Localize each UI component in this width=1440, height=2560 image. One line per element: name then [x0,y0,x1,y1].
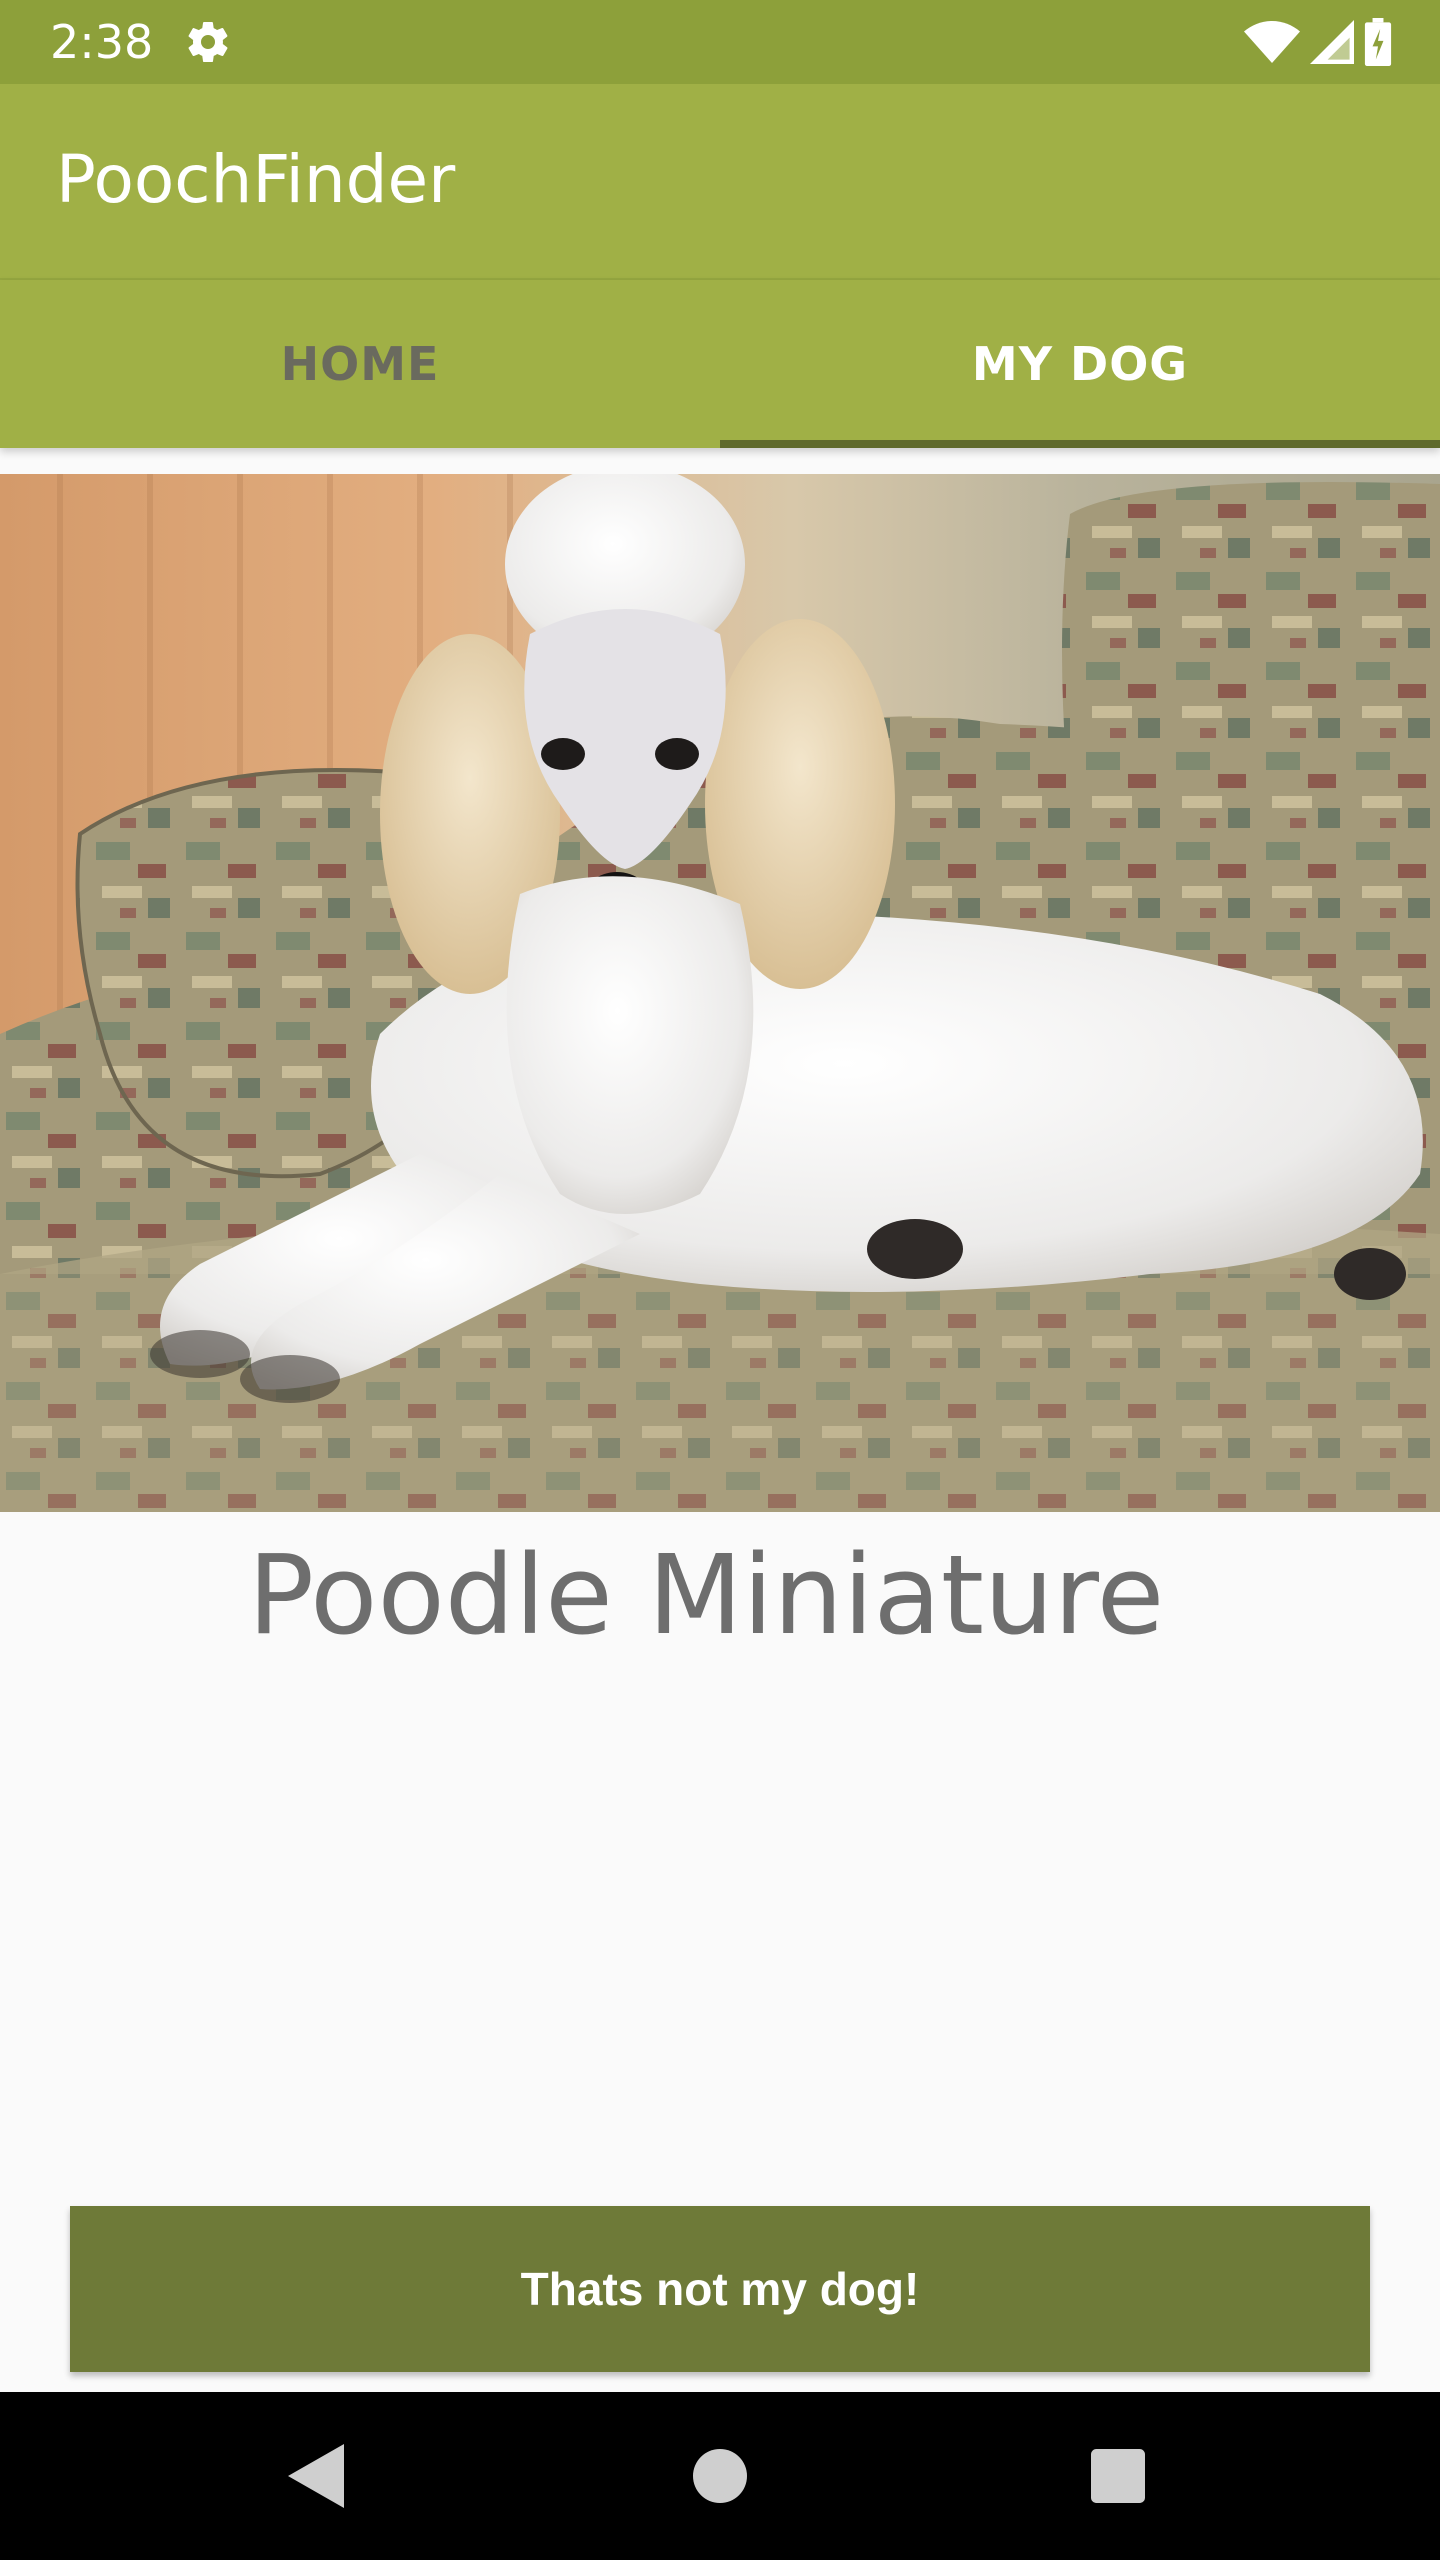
status-icons [1244,16,1392,68]
home-icon[interactable] [670,2426,770,2526]
tab-my-dog[interactable]: MY DOG [720,280,1440,448]
settings-gear-icon [188,22,228,63]
dog-breed-label: Poodle Miniature [247,1531,1165,1659]
back-icon[interactable] [268,2426,368,2526]
screen: 2:38 PoochFinder HOME MY DOG Poodle Mini… [0,0,1440,2560]
cell-signal-icon [1310,20,1354,64]
wifi-icon [1244,21,1300,63]
app-bar: PoochFinder [0,84,1440,282]
status-time: 2:38 [50,15,154,69]
tab-bar: HOME MY DOG [0,280,1440,448]
tab-home[interactable]: HOME [0,280,720,448]
selected-tab-indicator [720,440,1440,448]
poodle-on-couch-photo [0,474,1440,1512]
recents-icon[interactable] [1068,2426,1168,2526]
status-bar: 2:38 [0,0,1440,84]
battery-icon [1364,18,1392,66]
system-nav-bar [0,2392,1440,2560]
app-title: PoochFinder [56,141,456,218]
not-my-dog-button[interactable]: Thats not my dog! [70,2206,1370,2372]
